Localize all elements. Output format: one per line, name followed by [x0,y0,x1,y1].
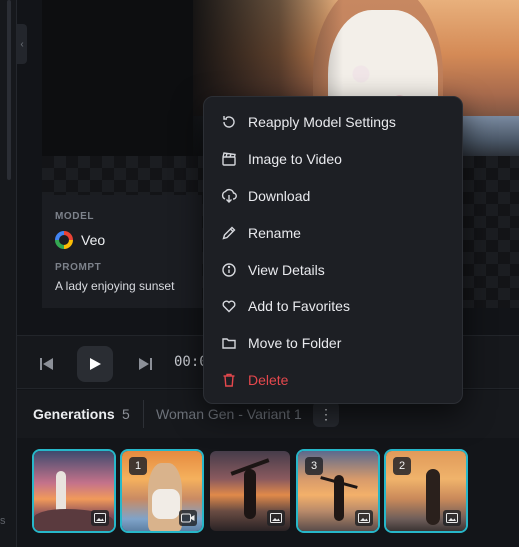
video-icon [179,510,197,526]
play-button[interactable] [77,346,113,382]
thumbnail-figure [426,469,440,525]
kebab-menu-icon: ⋮ [319,405,333,422]
chevron-left-icon: ‹ [20,38,24,50]
thumbnail-item[interactable]: 2 [384,449,468,533]
folder-icon [220,334,238,352]
model-row: Veo [55,231,105,249]
prompt-label: PROMPT [55,262,102,273]
refresh-icon [220,113,238,131]
thumbnail-item[interactable]: 1 [120,449,204,533]
thumbnail-dress [152,489,180,519]
menu-item-label: Reapply Model Settings [248,114,396,131]
variant-name[interactable]: Woman Gen - Variant 1 [156,406,302,422]
variant-badge: 2 [393,457,411,475]
skip-back-icon [40,358,53,370]
menu-item-move-to-folder[interactable]: Move to Folder [204,325,462,362]
menu-item-label: View Details [248,261,325,278]
generation-thumbnails: 1 3 2 [17,438,519,547]
menu-item-rename[interactable]: Rename [204,214,462,251]
skip-back-button[interactable] [29,346,65,382]
image-icon [443,510,461,526]
menu-item-view-details[interactable]: View Details [204,251,462,288]
heart-icon [220,297,238,315]
header-divider [143,400,144,428]
image-icon [267,510,285,526]
menu-item-delete[interactable]: Delete [204,362,462,399]
generation-info-card: MODEL Veo PROMPT A lady enjoying sunset [42,195,202,308]
menu-item-label: Add to Favorites [248,298,350,315]
skip-forward-button[interactable] [127,346,163,382]
collapse-panel-button[interactable]: ‹ [17,24,27,64]
thumbnail-item[interactable] [210,451,290,531]
model-name: Veo [81,232,106,248]
info-icon [220,261,238,279]
thumbnail-item[interactable] [32,449,116,533]
menu-item-reapply-model-settings[interactable]: Reapply Model Settings [204,104,462,141]
play-icon [90,358,101,370]
menu-item-label: Move to Folder [248,335,342,352]
image-icon [355,510,373,526]
rail-scrollbar[interactable] [7,0,11,180]
context-menu: Reapply Model Settings Image to Video Do… [203,96,463,404]
thumbnail-item[interactable]: 3 [296,449,380,533]
image-icon [91,510,109,526]
variant-badge: 3 [305,457,323,475]
clapper-icon [220,150,238,168]
prompt-text: A lady enjoying sunset [55,279,175,293]
app-root: s ‹ MODEL Veo PROMPT A lady enjoying sun… [0,0,519,547]
menu-item-label: Image to Video [248,151,342,168]
thumbnail-figure [244,469,256,519]
model-label: MODEL [55,211,95,222]
rail-edge-glyph: s [0,515,6,527]
menu-item-add-to-favorites[interactable]: Add to Favorites [204,288,462,325]
variant-badge: 1 [129,457,147,475]
google-logo-icon [55,231,73,249]
left-rail: s [0,0,17,547]
pencil-icon [220,224,238,242]
generations-title: Generations [33,406,115,422]
menu-item-image-to-video[interactable]: Image to Video [204,141,462,178]
skip-forward-icon [139,358,152,370]
more-options-button[interactable]: ⋮ [313,401,339,427]
menu-item-download[interactable]: Download [204,178,462,215]
menu-item-label: Delete [248,371,289,388]
trash-icon [220,371,238,389]
menu-item-label: Rename [248,224,301,241]
menu-item-label: Download [248,187,311,204]
download-icon [220,187,238,205]
generations-count: 5 [122,406,130,422]
